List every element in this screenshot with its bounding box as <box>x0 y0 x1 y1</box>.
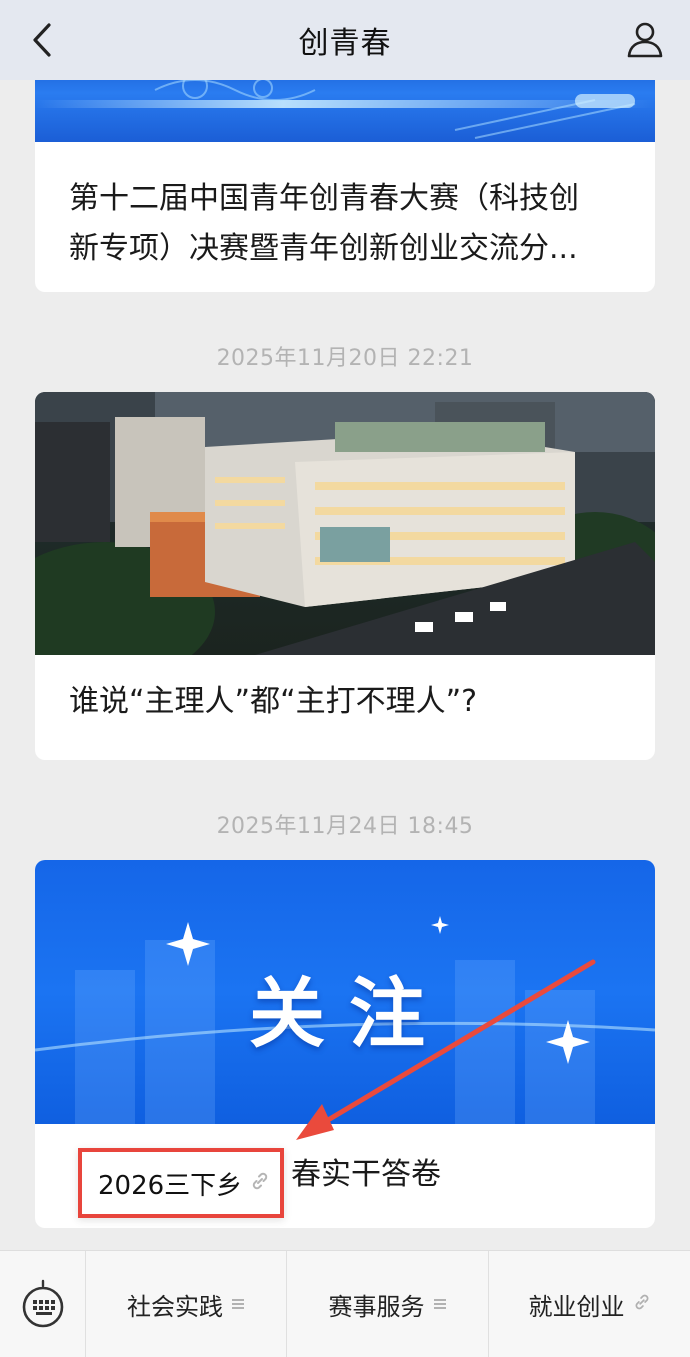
banner-headline: 关注 <box>249 969 449 1058</box>
top-bar: 创青春 <box>0 0 690 80</box>
bottom-menu-bar: 社会实践 赛事服务 就业创业 <box>0 1250 690 1357</box>
message-timestamp: 2025年11月20日 22:21 <box>216 346 474 371</box>
keyboard-icon <box>22 1279 63 1328</box>
menu-item-social-practice[interactable]: 社会实践 <box>85 1250 286 1357</box>
person-icon <box>627 22 663 58</box>
menu-item-label: 就业创业 <box>528 1292 625 1321</box>
menu-item-competition-services[interactable]: 赛事服务 <box>286 1250 488 1357</box>
article-cover-image <box>35 392 655 655</box>
page-title: 创青春 <box>298 26 392 61</box>
keyboard-toggle-button[interactable] <box>0 1251 85 1357</box>
article-title: 谁说“主理人”都“主打不理人”? <box>69 684 478 719</box>
article-cover-image <box>35 80 655 142</box>
back-button[interactable] <box>22 18 62 62</box>
menu-item-label: 赛事服务 <box>328 1292 425 1321</box>
menu-item-label: 社会实践 <box>127 1292 223 1321</box>
menu-lines-icon <box>433 1292 447 1316</box>
chevron-left-icon <box>33 23 51 57</box>
link-icon <box>250 1171 270 1195</box>
submenu-popup-item[interactable]: 2026三下乡 <box>78 1148 284 1218</box>
menu-item-employment-entrepreneurship[interactable]: 就业创业 <box>488 1250 690 1357</box>
link-icon <box>633 1292 651 1316</box>
article-card[interactable]: 谁说“主理人”都“主打不理人”? <box>35 392 655 760</box>
article-cover-image: 关注 <box>35 860 655 1124</box>
message-timestamp: 2025年11月24日 18:45 <box>216 814 474 839</box>
article-title: 第十二届中国青年创青春大赛（科技创 新专项）决赛暨青年创新创业交流分... <box>69 181 579 266</box>
menu-lines-icon <box>231 1292 245 1316</box>
profile-button[interactable] <box>622 16 668 62</box>
submenu-item-label: 2026三下乡 <box>98 1170 243 1201</box>
article-card[interactable]: 第十二届中国青年创青春大赛（科技创 新专项）决赛暨青年创新创业交流分... <box>35 80 655 292</box>
message-feed[interactable]: 第十二届中国青年创青春大赛（科技创 新专项）决赛暨青年创新创业交流分... 20… <box>0 80 690 1250</box>
